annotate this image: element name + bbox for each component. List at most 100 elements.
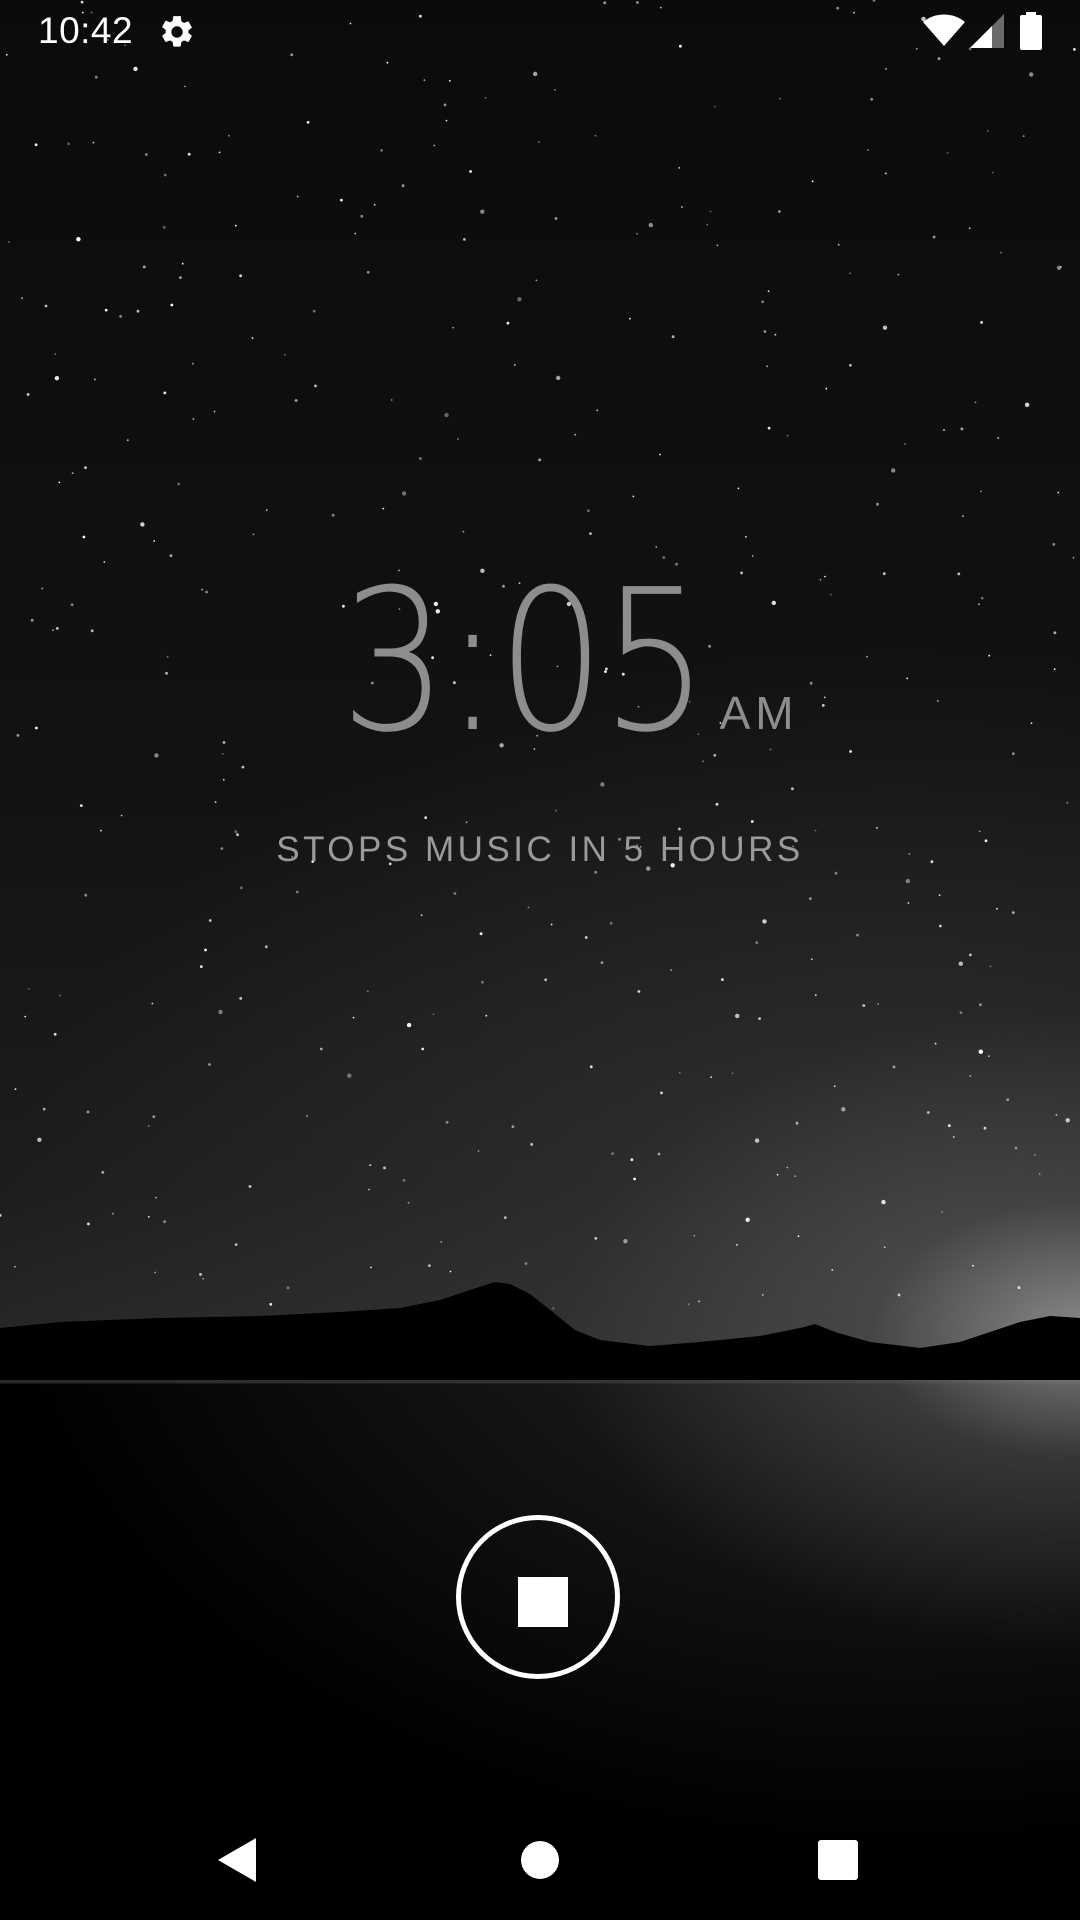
status-bar: 10:42 xyxy=(0,0,1080,64)
star xyxy=(997,437,1000,439)
star xyxy=(448,79,451,82)
mountain-silhouette xyxy=(0,1282,1080,1380)
star xyxy=(369,1164,372,1166)
star xyxy=(755,941,759,944)
star xyxy=(445,119,448,122)
star xyxy=(754,1138,760,1143)
star xyxy=(506,321,510,325)
star xyxy=(629,317,631,320)
star xyxy=(444,412,449,418)
sleep-timer-caption: STOPS MUSIC IN 5 HOURS xyxy=(276,830,804,869)
star xyxy=(67,142,70,146)
clock-ampm: AM xyxy=(719,687,799,739)
star xyxy=(825,387,828,390)
star xyxy=(952,1136,955,1138)
star xyxy=(0,1214,2,1217)
star xyxy=(147,1125,150,1127)
star xyxy=(885,68,887,70)
star xyxy=(208,919,212,922)
star xyxy=(544,978,548,982)
star xyxy=(234,224,237,227)
star xyxy=(136,309,140,313)
star xyxy=(101,1171,105,1174)
star xyxy=(401,491,407,496)
star xyxy=(419,457,422,460)
star xyxy=(79,804,83,807)
recents-icon[interactable] xyxy=(808,1830,868,1890)
star xyxy=(94,75,98,79)
star xyxy=(453,892,457,895)
star xyxy=(980,321,983,324)
star xyxy=(786,434,789,437)
star xyxy=(766,365,768,368)
star xyxy=(587,509,590,513)
star xyxy=(986,130,989,132)
star xyxy=(218,151,221,154)
star xyxy=(659,453,661,456)
star xyxy=(810,958,813,961)
star xyxy=(530,1143,534,1146)
back-icon[interactable] xyxy=(208,1830,268,1890)
star xyxy=(112,1212,114,1215)
star xyxy=(294,399,298,402)
settings-icon xyxy=(162,16,192,47)
star xyxy=(693,1234,696,1237)
star xyxy=(533,71,538,77)
star xyxy=(54,376,60,381)
star xyxy=(153,540,156,542)
star xyxy=(834,871,838,875)
star xyxy=(978,1049,983,1054)
star xyxy=(469,170,472,173)
star xyxy=(870,97,874,101)
star xyxy=(406,1022,412,1028)
star xyxy=(657,1152,661,1156)
star xyxy=(636,232,639,235)
star xyxy=(484,96,487,99)
star xyxy=(24,1015,27,1018)
star xyxy=(968,227,971,230)
star xyxy=(736,1244,738,1246)
star xyxy=(368,1188,370,1191)
star xyxy=(87,1222,90,1226)
star xyxy=(681,206,683,208)
star xyxy=(786,1166,789,1169)
star xyxy=(86,1110,90,1114)
star xyxy=(306,1115,308,1117)
star xyxy=(862,1004,866,1007)
home-icon[interactable] xyxy=(510,1830,570,1890)
star xyxy=(795,1121,799,1125)
star xyxy=(347,1073,352,1078)
star xyxy=(463,238,466,241)
star xyxy=(600,782,605,787)
star xyxy=(21,297,23,300)
star xyxy=(637,990,641,993)
star xyxy=(382,507,385,510)
star xyxy=(1065,1118,1070,1123)
star xyxy=(849,272,851,275)
star xyxy=(34,143,38,147)
star xyxy=(373,203,376,206)
star xyxy=(218,1009,223,1015)
star xyxy=(907,902,910,904)
star xyxy=(943,429,945,431)
star xyxy=(14,1088,17,1090)
wifi-icon xyxy=(923,14,965,46)
star xyxy=(678,167,681,169)
star xyxy=(37,1137,42,1143)
star xyxy=(423,79,426,81)
star xyxy=(306,120,310,124)
star xyxy=(82,535,86,539)
star xyxy=(876,827,878,829)
star xyxy=(1057,491,1060,494)
star xyxy=(791,787,794,791)
star xyxy=(240,886,243,890)
star xyxy=(989,965,992,968)
star xyxy=(1059,266,1062,268)
star xyxy=(462,530,465,533)
star xyxy=(208,1063,211,1066)
cell-signal-icon xyxy=(970,14,1004,48)
star xyxy=(119,315,122,318)
clock-display: 3:05 AM xyxy=(0,548,1080,776)
stop-button[interactable] xyxy=(456,1515,620,1679)
star xyxy=(710,1076,713,1078)
